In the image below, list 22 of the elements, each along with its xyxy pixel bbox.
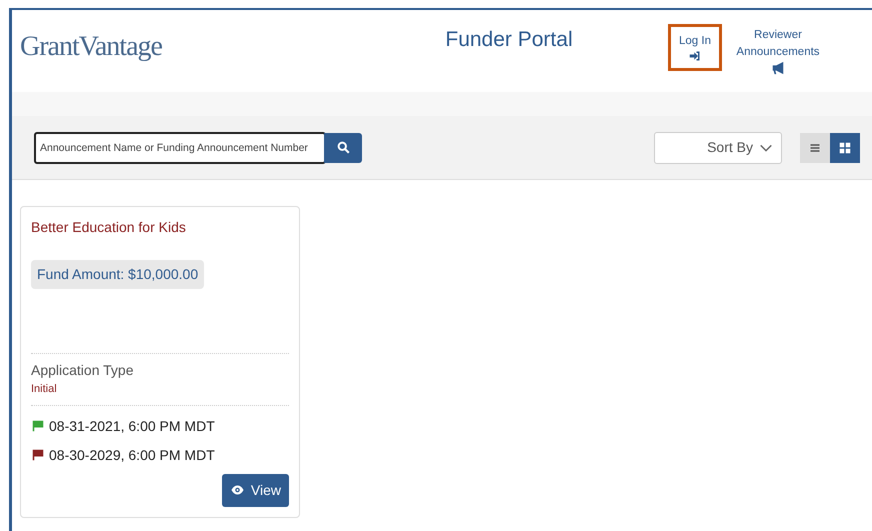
grid-icon	[839, 142, 851, 154]
nav-link[interactable]: Log In	[668, 24, 722, 71]
fund-amount: Fund Amount: $10,000.00	[31, 260, 204, 289]
logo: GrantVantage	[20, 30, 163, 64]
nav-link[interactable]: Reviewer Announcements	[728, 24, 828, 78]
view-button[interactable]: View	[222, 474, 289, 506]
grid-view-button[interactable]	[830, 132, 860, 162]
megaphone-icon	[770, 61, 785, 75]
date-text: 08-30-2029, 6:00 PM MDT	[49, 446, 215, 464]
sort-dropdown[interactable]: Sort By	[654, 132, 782, 164]
search-button[interactable]	[324, 132, 362, 162]
page-title: Funder Portal	[444, 27, 574, 53]
list-icon	[809, 142, 821, 154]
eye-icon	[230, 484, 245, 496]
login-icon	[688, 50, 701, 62]
field-label: Application Type	[31, 361, 134, 380]
card-title[interactable]: Better Education for Kids	[31, 217, 289, 238]
search-icon	[336, 141, 350, 154]
field-value: Initial	[31, 382, 58, 397]
search-field[interactable]: Announcement Name or Funding Announcement Number	[34, 132, 326, 164]
date-text: 08-31-2021, 6:00 PM MDT	[49, 416, 215, 436]
list-view-button[interactable]	[800, 132, 830, 162]
